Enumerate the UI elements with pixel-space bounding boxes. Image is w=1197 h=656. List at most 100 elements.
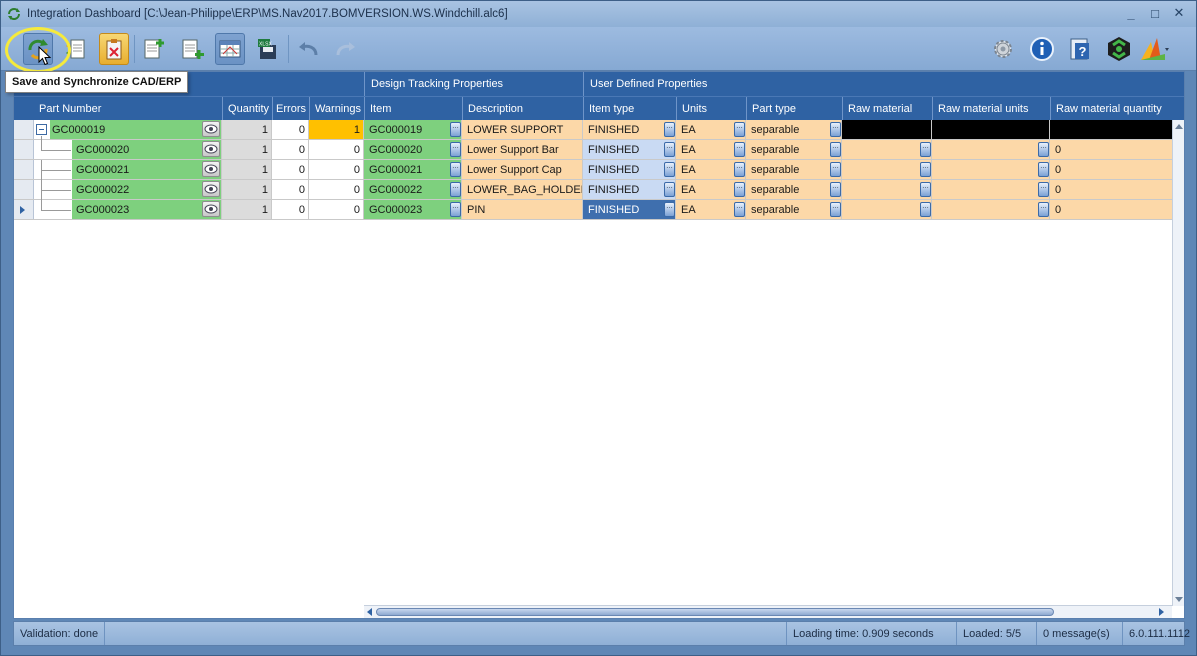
raw-material-cell[interactable] bbox=[842, 200, 932, 219]
row-selector[interactable] bbox=[14, 160, 34, 179]
vertical-scrollbar[interactable] bbox=[1172, 120, 1184, 606]
raw-material-cell[interactable] bbox=[842, 160, 932, 179]
eye-icon[interactable] bbox=[202, 161, 220, 177]
part-type-cell[interactable]: separable bbox=[746, 200, 842, 219]
raw-material-quantity-cell[interactable]: 0 bbox=[1050, 160, 1174, 179]
errors-cell[interactable]: 0 bbox=[272, 180, 309, 199]
item-type-cell[interactable]: FINISHED bbox=[583, 120, 676, 139]
raw-material-quantity-cell[interactable]: 0 bbox=[1050, 200, 1174, 219]
grid-view-button[interactable] bbox=[215, 33, 245, 65]
message-count[interactable]: 0 message(s) bbox=[1036, 622, 1122, 645]
units-ellipsis-button[interactable]: … bbox=[734, 182, 745, 197]
raw-material-ellipsis-button[interactable]: … bbox=[920, 162, 931, 177]
item-type-ellipsis-button[interactable]: … bbox=[664, 122, 675, 137]
description-cell[interactable]: Lower Support Cap bbox=[462, 160, 583, 179]
quantity-cell[interactable]: 1 bbox=[222, 140, 272, 159]
raw-material-quantity-cell[interactable] bbox=[1050, 120, 1174, 139]
col-part-type[interactable]: Part type bbox=[746, 97, 842, 121]
item-type-ellipsis-button[interactable]: … bbox=[664, 162, 675, 177]
col-errors[interactable]: Errors bbox=[272, 97, 309, 121]
collapse-toggle-icon[interactable] bbox=[36, 124, 47, 135]
col-raw-material-units[interactable]: Raw material units bbox=[932, 97, 1050, 121]
part-number-cell[interactable]: GC000023 bbox=[72, 200, 222, 219]
col-description[interactable]: Description bbox=[462, 97, 583, 121]
warnings-cell[interactable]: 0 bbox=[309, 200, 364, 219]
part-type-ellipsis-button[interactable]: … bbox=[830, 122, 841, 137]
raw-material-units-ellipsis-button[interactable]: … bbox=[1038, 142, 1049, 157]
raw-material-quantity-cell[interactable]: 0 bbox=[1050, 140, 1174, 159]
raw-material-units-cell[interactable] bbox=[932, 160, 1050, 179]
warnings-cell[interactable]: 0 bbox=[309, 160, 364, 179]
add-document-button[interactable] bbox=[139, 33, 169, 65]
description-cell[interactable]: PIN bbox=[462, 200, 583, 219]
clipboard-button[interactable] bbox=[99, 33, 129, 65]
chart-menu-button[interactable] bbox=[1139, 33, 1169, 65]
part-type-ellipsis-button[interactable]: … bbox=[830, 182, 841, 197]
scroll-right-icon[interactable] bbox=[1159, 608, 1164, 616]
table-row[interactable]: GC000020 1 0 0 GC000020 … Lower Support … bbox=[14, 136, 1174, 160]
raw-material-units-cell[interactable] bbox=[932, 180, 1050, 199]
col-part-number[interactable]: Part Number bbox=[34, 97, 222, 121]
quantity-cell[interactable]: 1 bbox=[222, 200, 272, 219]
part-type-ellipsis-button[interactable]: … bbox=[830, 142, 841, 157]
item-type-cell[interactable]: FINISHED bbox=[583, 180, 676, 199]
item-cell[interactable]: GC000022 bbox=[364, 180, 462, 199]
scroll-up-icon[interactable] bbox=[1175, 124, 1183, 129]
units-ellipsis-button[interactable]: … bbox=[734, 122, 745, 137]
eye-icon[interactable] bbox=[202, 181, 220, 197]
maximize-button[interactable]: □ bbox=[1146, 5, 1164, 21]
item-type-ellipsis-button[interactable]: … bbox=[664, 182, 675, 197]
item-type-ellipsis-button[interactable]: … bbox=[664, 142, 675, 157]
row-selector[interactable] bbox=[14, 120, 34, 139]
item-cell[interactable]: GC000019 bbox=[364, 120, 462, 139]
col-item[interactable]: Item bbox=[364, 97, 462, 121]
row-selector[interactable] bbox=[14, 140, 34, 159]
part-number-cell[interactable]: GC000020 bbox=[72, 140, 222, 159]
part-number-cell[interactable]: GC000019 bbox=[50, 120, 222, 139]
col-warnings[interactable]: Warnings bbox=[309, 97, 364, 121]
scroll-down-icon[interactable] bbox=[1175, 597, 1183, 602]
raw-material-units-cell[interactable] bbox=[932, 120, 1050, 139]
horizontal-scrollbar[interactable] bbox=[364, 605, 1172, 618]
eye-icon[interactable] bbox=[202, 141, 220, 157]
raw-material-units-ellipsis-button[interactable]: … bbox=[1038, 202, 1049, 217]
table-row[interactable]: GC000022 1 0 0 GC000022 … LOWER_BAG_HOLD… bbox=[14, 180, 1174, 200]
description-cell[interactable]: LOWER SUPPORT bbox=[462, 120, 583, 139]
settings-button[interactable] bbox=[988, 33, 1018, 65]
description-cell[interactable]: Lower Support Bar bbox=[462, 140, 583, 159]
logo-button[interactable] bbox=[1104, 33, 1134, 65]
item-cell[interactable]: GC000023 bbox=[364, 200, 462, 219]
eye-icon[interactable] bbox=[202, 201, 220, 217]
help-button[interactable]: ? bbox=[1065, 33, 1095, 65]
eye-icon[interactable] bbox=[202, 121, 220, 137]
raw-material-ellipsis-button[interactable]: … bbox=[920, 202, 931, 217]
raw-material-units-ellipsis-button[interactable]: … bbox=[1038, 182, 1049, 197]
table-row[interactable]: GC000021 1 0 0 GC000021 … Lower Support … bbox=[14, 160, 1174, 180]
table-row[interactable]: GC000023 1 0 0 GC000023 … PIN FINISHED …… bbox=[14, 200, 1174, 220]
item-type-cell-selected[interactable]: FINISHED bbox=[583, 200, 676, 219]
undo-button[interactable] bbox=[293, 33, 323, 65]
units-ellipsis-button[interactable]: … bbox=[734, 142, 745, 157]
raw-material-cell[interactable] bbox=[842, 120, 932, 139]
part-type-cell[interactable]: separable bbox=[746, 140, 842, 159]
part-number-cell[interactable]: GC000022 bbox=[72, 180, 222, 199]
part-type-cell[interactable]: separable bbox=[746, 180, 842, 199]
raw-material-units-cell[interactable] bbox=[932, 140, 1050, 159]
quantity-cell[interactable]: 1 bbox=[222, 180, 272, 199]
warnings-cell[interactable]: 0 bbox=[309, 180, 364, 199]
raw-material-cell[interactable] bbox=[842, 140, 932, 159]
quantity-cell[interactable]: 1 bbox=[222, 160, 272, 179]
add-list-button[interactable] bbox=[177, 33, 207, 65]
item-ellipsis-button[interactable]: … bbox=[450, 142, 461, 157]
item-type-cell[interactable]: FINISHED bbox=[583, 140, 676, 159]
quantity-cell[interactable]: 1 bbox=[222, 120, 272, 139]
units-ellipsis-button[interactable]: … bbox=[734, 162, 745, 177]
item-cell[interactable]: GC000020 bbox=[364, 140, 462, 159]
row-selector[interactable] bbox=[14, 180, 34, 199]
col-quantity[interactable]: Quantity bbox=[222, 97, 272, 121]
raw-material-ellipsis-button[interactable]: … bbox=[920, 182, 931, 197]
item-cell[interactable]: GC000021 bbox=[364, 160, 462, 179]
errors-cell[interactable]: 0 bbox=[272, 200, 309, 219]
raw-material-cell[interactable] bbox=[842, 180, 932, 199]
part-type-cell[interactable]: separable bbox=[746, 120, 842, 139]
